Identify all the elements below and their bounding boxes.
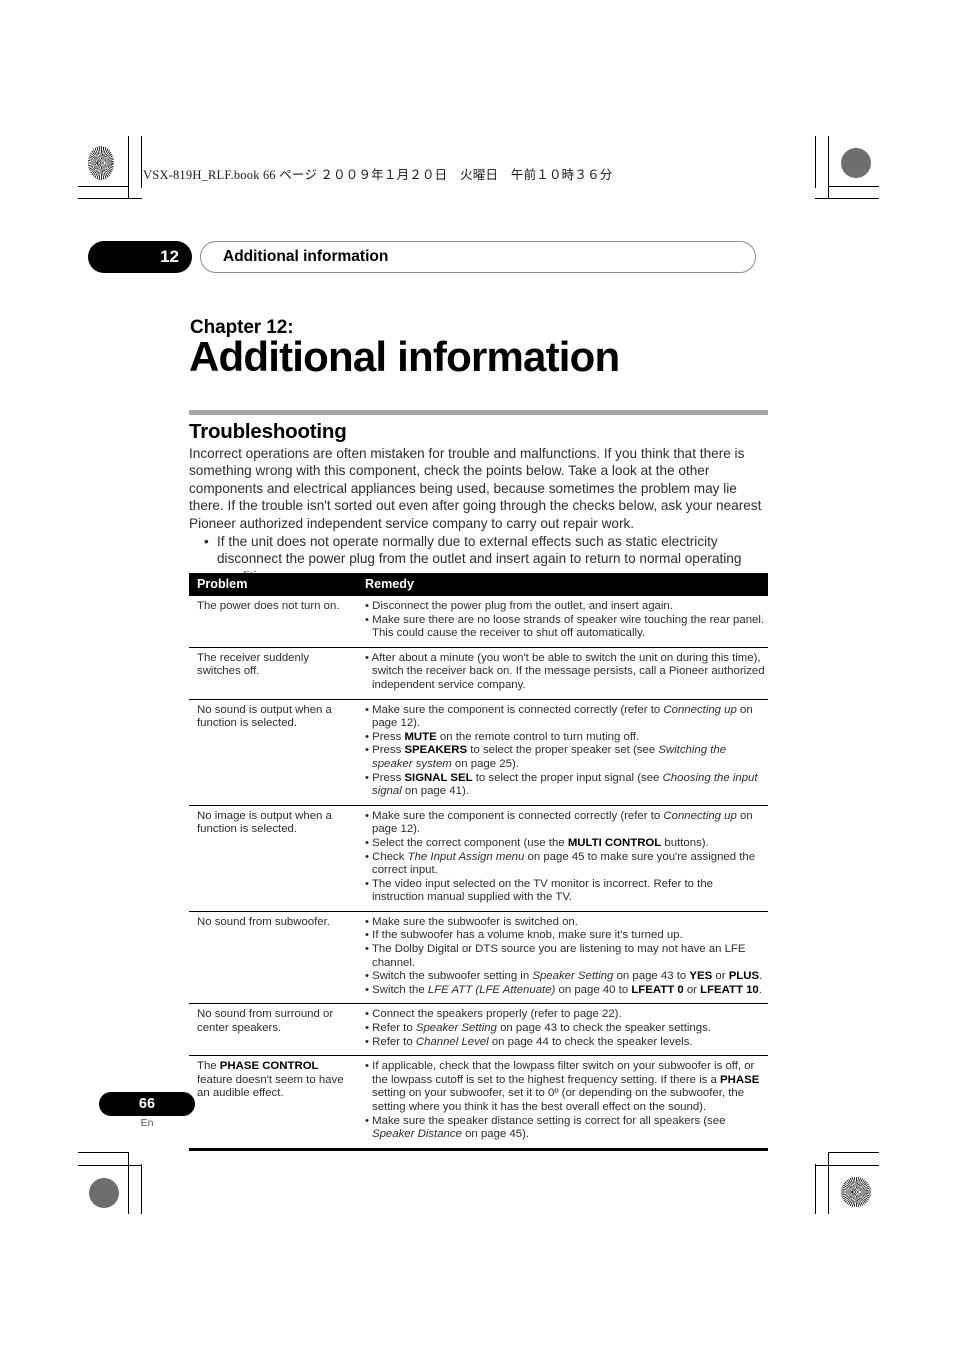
remedy-bullet: Connect the speakers properly (refer to … <box>365 1008 766 1022</box>
remedy-bullet: The Dolby Digital or DTS source you are … <box>365 943 766 970</box>
remedy-bullet: Make sure the component is connected cor… <box>365 810 766 837</box>
registration-star-top-left <box>88 146 114 180</box>
page-number-badge: 66 <box>99 1092 195 1116</box>
remedy-bullet: Press SIGNAL SEL to select the proper in… <box>365 772 766 799</box>
cell-problem: No sound is output when a function is se… <box>189 699 355 806</box>
registration-dot-bottom-left <box>89 1178 119 1208</box>
language-code: En <box>140 1117 154 1129</box>
section-intro: Incorrect operations are often mistaken … <box>189 445 769 585</box>
cell-problem: No image is output when a function is se… <box>189 805 355 912</box>
remedy-bullet: Make sure the component is connected cor… <box>365 704 766 731</box>
registration-crosshair-mid-left <box>100 658 126 684</box>
registration-crosshair-mid-right <box>832 658 858 684</box>
page-title: Additional information <box>189 333 620 380</box>
crop-line-tl-v1 <box>128 136 129 198</box>
remedy-bullet: Make sure there are no loose strands of … <box>365 614 766 641</box>
cell-remedy: Connect the speakers properly (refer to … <box>355 1003 768 1057</box>
remedy-bullet: Select the correct component (use the MU… <box>365 837 766 851</box>
table-row: The power does not turn on. Disconnect th… <box>189 596 768 648</box>
running-head-chapter-number: 12 <box>88 241 192 273</box>
crop-line-tl-v2 <box>141 136 142 188</box>
remedy-bullet: Make sure the subwoofer is switched on. <box>365 916 766 930</box>
registration-crosshair-bottom-left <box>148 1165 174 1191</box>
registration-crosshair-bottom-center <box>460 1165 486 1191</box>
cell-remedy: Make sure the subwoofer is switched on.I… <box>355 911 768 1005</box>
remedy-bullet: Refer to Speaker Setting on page 43 to c… <box>365 1022 766 1036</box>
cell-remedy: Disconnect the power plug from the outle… <box>355 596 768 648</box>
table-row: The receiver suddenly switches off.After… <box>189 647 768 700</box>
column-header-remedy: Remedy <box>355 573 768 596</box>
crop-line-br-v1 <box>828 1152 829 1214</box>
troubleshooting-table: Problem Remedy The power does not turn o… <box>189 573 768 1151</box>
print-job-header: VSX-819H_RLF.book 66 ページ ２００９年１月２０日 火曜日 … <box>143 168 613 182</box>
crop-line-bl-v1 <box>128 1152 129 1214</box>
cell-problem: The PHASE CONTROL feature doesn't seem t… <box>189 1055 355 1151</box>
crop-line-bl-h2 <box>78 1165 142 1166</box>
remedy-bullet: Refer to Channel Level on page 44 to che… <box>365 1036 766 1050</box>
cell-problem: No sound from subwoofer. <box>189 911 355 1005</box>
registration-crosshair-bottom-right <box>781 1165 807 1191</box>
crop-line-bl-v2 <box>141 1164 142 1214</box>
cell-remedy: Make sure the component is connected cor… <box>355 699 768 806</box>
cell-remedy: After about a minute (you won't be able … <box>355 647 768 700</box>
registration-star-bottom-right <box>841 1177 871 1207</box>
intro-paragraph: Incorrect operations are often mistaken … <box>189 446 762 531</box>
remedy-bullet: Switch the LFE ATT (LFE Attenuate) on pa… <box>365 984 766 998</box>
registration-crosshair-upper-right <box>832 211 858 237</box>
registration-crosshair-upper-left <box>100 211 126 237</box>
cell-problem: The power does not turn on. <box>189 596 355 648</box>
remedy-bullet: Switch the subwoofer setting in Speaker … <box>365 970 766 984</box>
remedy-bullet: The video input selected on the TV monit… <box>365 878 766 905</box>
table-row: No image is output when a function is se… <box>189 805 768 912</box>
table-row: The PHASE CONTROL feature doesn't seem t… <box>189 1055 768 1151</box>
section-divider <box>189 410 768 415</box>
remedy-bullet: Disconnect the power plug from the outle… <box>365 600 766 614</box>
remedy-bullet: If the subwoofer has a volume knob, make… <box>365 929 766 943</box>
remedy-bullet: After about a minute (you won't be able … <box>365 652 766 693</box>
cell-remedy: Make sure the component is connected cor… <box>355 805 768 912</box>
table-row: No sound from surround or center speaker… <box>189 1003 768 1057</box>
remedy-bullet: Press MUTE on the remote control to turn… <box>365 731 766 745</box>
crop-line-tr-h1 <box>828 186 879 187</box>
remedy-bullet: If applicable, check that the lowpass fi… <box>365 1060 766 1114</box>
table-body: The power does not turn on. Disconnect th… <box>189 596 768 1151</box>
table-row: No sound from subwoofer.Make sure the su… <box>189 911 768 1005</box>
cell-problem: No sound from surround or center speaker… <box>189 1003 355 1057</box>
crop-line-br-h1 <box>828 1152 879 1153</box>
running-head-title: Additional information <box>200 241 756 273</box>
section-title: Troubleshooting <box>189 420 347 443</box>
crop-line-tr-v1 <box>828 136 829 198</box>
remedy-bullet: Press SPEAKERS to select the proper spea… <box>365 744 766 771</box>
column-header-problem: Problem <box>189 573 355 596</box>
remedy-bullet: Make sure the speaker distance setting i… <box>365 1115 766 1142</box>
crop-line-tr-v2 <box>815 136 816 188</box>
table-header-row: Problem Remedy <box>189 573 768 596</box>
crop-line-tr-h2 <box>815 198 879 199</box>
registration-crosshair-lower-right <box>832 1115 858 1141</box>
crop-line-tl-h1 <box>78 186 129 187</box>
remedy-bullet: Check The Input Assign menu on page 45 t… <box>365 851 766 878</box>
crop-line-br-h2 <box>815 1165 879 1166</box>
registration-crosshair-top-right <box>781 161 807 187</box>
table-row: No sound is output when a function is se… <box>189 699 768 806</box>
crop-line-tl-h2 <box>78 198 142 199</box>
crop-line-br-v2 <box>815 1164 816 1214</box>
cell-remedy: If applicable, check that the lowpass fi… <box>355 1055 768 1151</box>
crop-line-bl-h1 <box>78 1152 129 1153</box>
registration-dot-top-right <box>841 148 871 178</box>
cell-problem: The receiver suddenly switches off. <box>189 647 355 700</box>
